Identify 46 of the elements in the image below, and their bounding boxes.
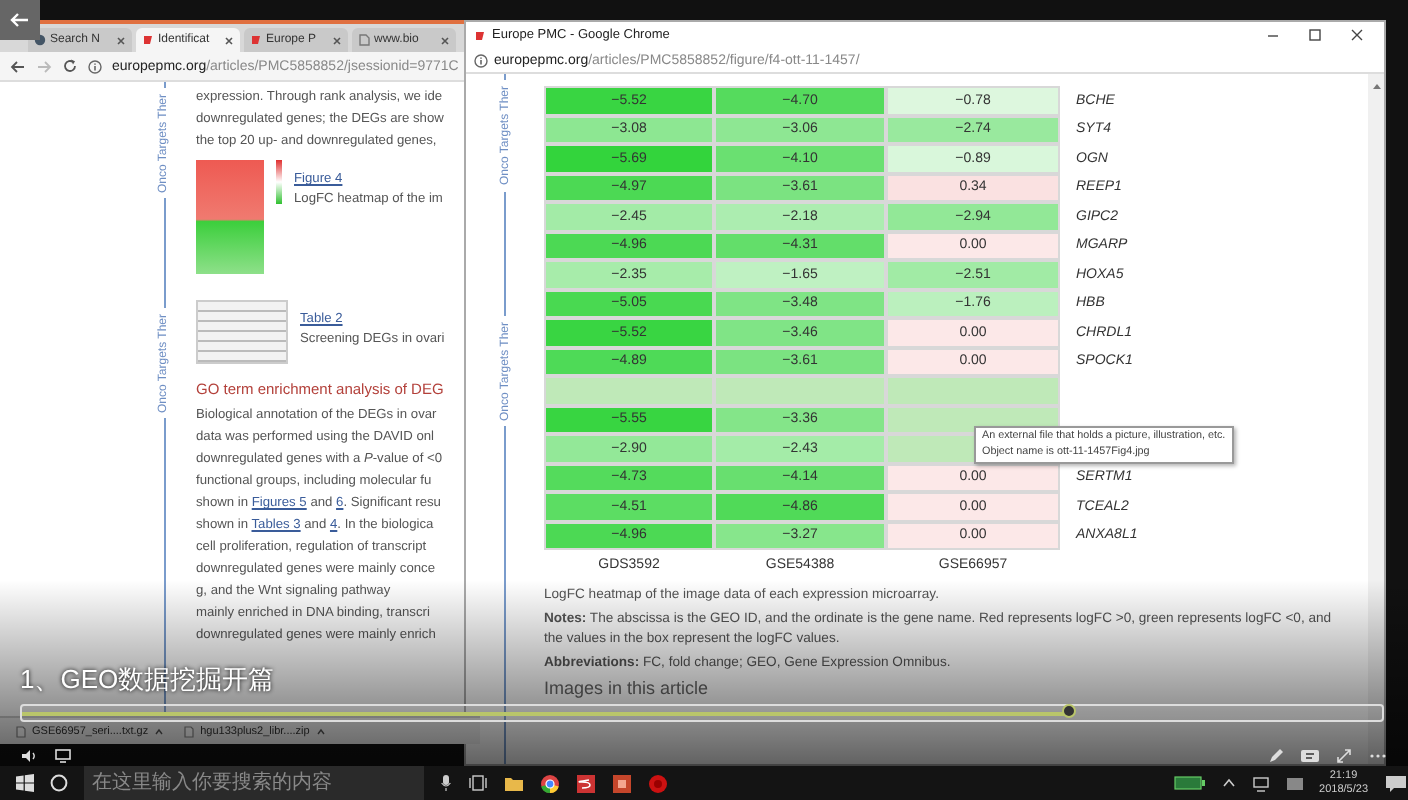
notification-icon[interactable] — [1384, 773, 1408, 793]
network-icon[interactable] — [1251, 775, 1270, 791]
microphone-icon[interactable] — [440, 774, 452, 792]
section-heading: Images in this article — [544, 678, 709, 698]
screen-icon[interactable] — [54, 748, 72, 764]
favicon-icon — [474, 29, 486, 41]
expand-icon[interactable] — [1336, 748, 1352, 764]
close-icon[interactable] — [440, 35, 450, 45]
back-arrow-icon — [10, 12, 30, 28]
circle-icon[interactable] — [50, 774, 68, 792]
close-icon[interactable] — [1350, 28, 1364, 42]
favicon-icon — [34, 34, 46, 46]
battery-icon — [1173, 776, 1206, 790]
slides-app-icon[interactable] — [612, 773, 632, 793]
close-icon[interactable] — [332, 35, 342, 45]
back-arrow-icon[interactable] — [10, 59, 26, 73]
folder-icon[interactable] — [504, 774, 524, 792]
back-button[interactable] — [0, 0, 40, 40]
task-view-icon[interactable] — [468, 774, 488, 792]
scroll-up-icon[interactable] — [1371, 82, 1381, 90]
taskbar-search-field[interactable]: 在这里输入你要搜索的内容 — [84, 766, 424, 800]
caption-icon[interactable] — [1300, 748, 1320, 764]
favicon-icon — [142, 34, 154, 46]
close-icon[interactable] — [116, 35, 126, 45]
chrome-icon[interactable] — [540, 773, 560, 793]
caret-icon[interactable] — [315, 727, 326, 735]
info-icon — [88, 59, 102, 73]
file-icon — [184, 725, 195, 737]
volume-icon[interactable] — [20, 748, 38, 764]
favicon-icon — [358, 34, 370, 46]
favicon-icon — [250, 34, 262, 46]
close-icon[interactable] — [224, 35, 234, 45]
table-thumbnail[interactable] — [196, 300, 288, 364]
reload-icon[interactable] — [62, 58, 78, 74]
caret-icon[interactable] — [154, 727, 165, 735]
more-icon[interactable] — [1368, 752, 1388, 760]
record-icon[interactable] — [648, 773, 668, 793]
app-icon[interactable] — [576, 773, 596, 793]
heatmap-thumbnail[interactable] — [196, 160, 264, 274]
maximize-icon[interactable] — [1308, 28, 1322, 42]
info-icon — [474, 53, 488, 67]
color-legend — [276, 160, 282, 204]
file-icon — [16, 725, 26, 737]
chevron-up-icon[interactable] — [1221, 778, 1236, 788]
scrollbar[interactable] — [1368, 74, 1384, 764]
windows-logo-icon[interactable] — [16, 774, 34, 792]
